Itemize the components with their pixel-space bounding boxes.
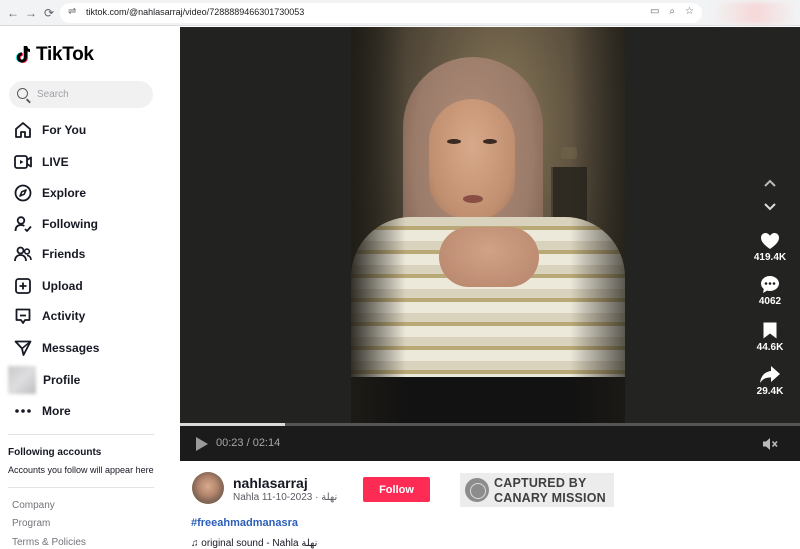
tiktok-logo[interactable]: TikTok [14, 44, 94, 66]
nav-label: Following [42, 217, 98, 231]
forward-button[interactable]: → [22, 4, 40, 22]
url-text[interactable]: tiktok.com/@nahlasarraj/video/7288889466… [86, 7, 304, 17]
play-icon[interactable] [196, 437, 208, 451]
share-count: 29.4K [756, 386, 784, 397]
nav-following[interactable]: Following [12, 212, 172, 236]
heart-icon[interactable] [760, 232, 780, 250]
upload-icon [12, 275, 34, 297]
divider [8, 434, 154, 435]
search-input[interactable] [37, 87, 147, 102]
zoom-icon[interactable]: ⌕ [669, 6, 675, 17]
caption-hashtag[interactable]: #freeahmadmanasra [191, 517, 298, 529]
footer-link-company[interactable]: Company [12, 500, 55, 511]
share-action[interactable]: 29.4K [750, 365, 790, 397]
compass-icon [12, 182, 34, 204]
reload-button[interactable]: ⟳ [40, 4, 58, 22]
footer-link-program[interactable]: Program [12, 518, 50, 529]
tiktok-note-icon [15, 46, 31, 64]
nav-label: Friends [42, 247, 86, 261]
nav-label: Upload [42, 279, 83, 293]
watermark-stamp: CAPTURED BY CANARY MISSION [460, 473, 614, 507]
nav-for-you[interactable]: For You [12, 118, 172, 142]
blurred-profile-area [712, 2, 798, 24]
address-bar[interactable]: ⇌ tiktok.com/@nahlasarraj/video/72888894… [60, 3, 702, 23]
save-action[interactable]: 44.6K [750, 321, 790, 353]
bookmark-star-icon[interactable]: ☆ [685, 6, 694, 17]
chevron-up-icon[interactable] [762, 175, 778, 191]
profile-avatar [8, 366, 36, 394]
back-button[interactable]: ← [4, 4, 22, 22]
divider [8, 487, 154, 488]
nav-label: Activity [42, 309, 86, 323]
nav-explore[interactable]: Explore [12, 181, 172, 205]
like-count: 419.4K [753, 252, 787, 263]
video-player[interactable]: 419.4K 4062 44.6K 29.4K 00:23 / 02:14 [180, 27, 800, 461]
following-accounts-title: Following accounts [8, 447, 102, 458]
nav-upload[interactable]: Upload [12, 274, 172, 298]
live-icon [12, 151, 34, 173]
watermark-seal-icon [465, 478, 489, 502]
footer-link-terms[interactable]: Terms & Policies [12, 537, 86, 548]
sidebar: TikTok For You LIVE Explore Following Fr… [0, 27, 180, 549]
nav-more[interactable]: More [12, 399, 172, 423]
video-letterbox-left [180, 27, 351, 423]
nav-label: Explore [42, 186, 87, 200]
friends-icon [12, 243, 34, 265]
progress-bar[interactable] [180, 423, 800, 426]
comment-action[interactable]: 4062 [750, 275, 790, 307]
nav-label: LIVE [42, 155, 69, 169]
watermark-line-2: CANARY MISSION [494, 491, 606, 505]
nav-label: Profile [43, 373, 81, 387]
nav-messages[interactable]: Messages [12, 336, 172, 360]
nav-activity[interactable]: Activity [12, 304, 172, 328]
nav-friends[interactable]: Friends [12, 242, 172, 266]
frame-vignette [351, 27, 625, 423]
chevron-down-icon[interactable] [762, 199, 778, 215]
search-icon[interactable] [17, 88, 28, 99]
install-app-icon[interactable]: ▭ [650, 6, 659, 17]
sound-link[interactable]: ♫ original sound - Nahla نهلة [191, 538, 317, 549]
nav-label: Messages [42, 341, 100, 355]
like-action[interactable]: 419.4K [750, 232, 790, 263]
share-icon[interactable] [759, 365, 781, 384]
nav-label: For You [42, 123, 87, 137]
logo-text: TikTok [36, 44, 94, 65]
comment-icon[interactable] [760, 275, 780, 294]
nav-label: More [42, 404, 71, 418]
follow-button[interactable]: Follow [363, 477, 430, 502]
activity-icon [12, 305, 34, 327]
mute-icon[interactable] [762, 437, 778, 451]
home-icon [12, 119, 34, 141]
watermark-line-1: CAPTURED BY [494, 476, 587, 490]
author-username[interactable]: nahlasarraj [233, 475, 308, 491]
nav-live[interactable]: LIVE [12, 150, 172, 174]
progress-fill [180, 423, 286, 426]
video-frame[interactable] [351, 27, 625, 423]
video-letterbox-right [625, 27, 800, 423]
more-icon [12, 400, 34, 422]
following-icon [12, 213, 34, 235]
site-info-icon[interactable]: ⇌ [68, 6, 76, 17]
comment-count: 4062 [758, 296, 782, 307]
bookmark-icon[interactable] [762, 321, 778, 340]
search-box[interactable] [9, 81, 153, 108]
save-count: 44.6K [756, 342, 784, 353]
author-subline: Nahla نهلة · 2023-10-11 [233, 492, 338, 503]
nav-profile[interactable]: Profile [8, 366, 172, 394]
browser-toolbar: ← → ⟳ ⇌ tiktok.com/@nahlasarraj/video/72… [0, 0, 800, 26]
following-accounts-empty: Accounts you follow will appear here [8, 465, 154, 475]
messages-icon [12, 337, 34, 359]
playback-time: 00:23 / 02:14 [216, 437, 281, 449]
author-avatar[interactable] [192, 472, 224, 504]
